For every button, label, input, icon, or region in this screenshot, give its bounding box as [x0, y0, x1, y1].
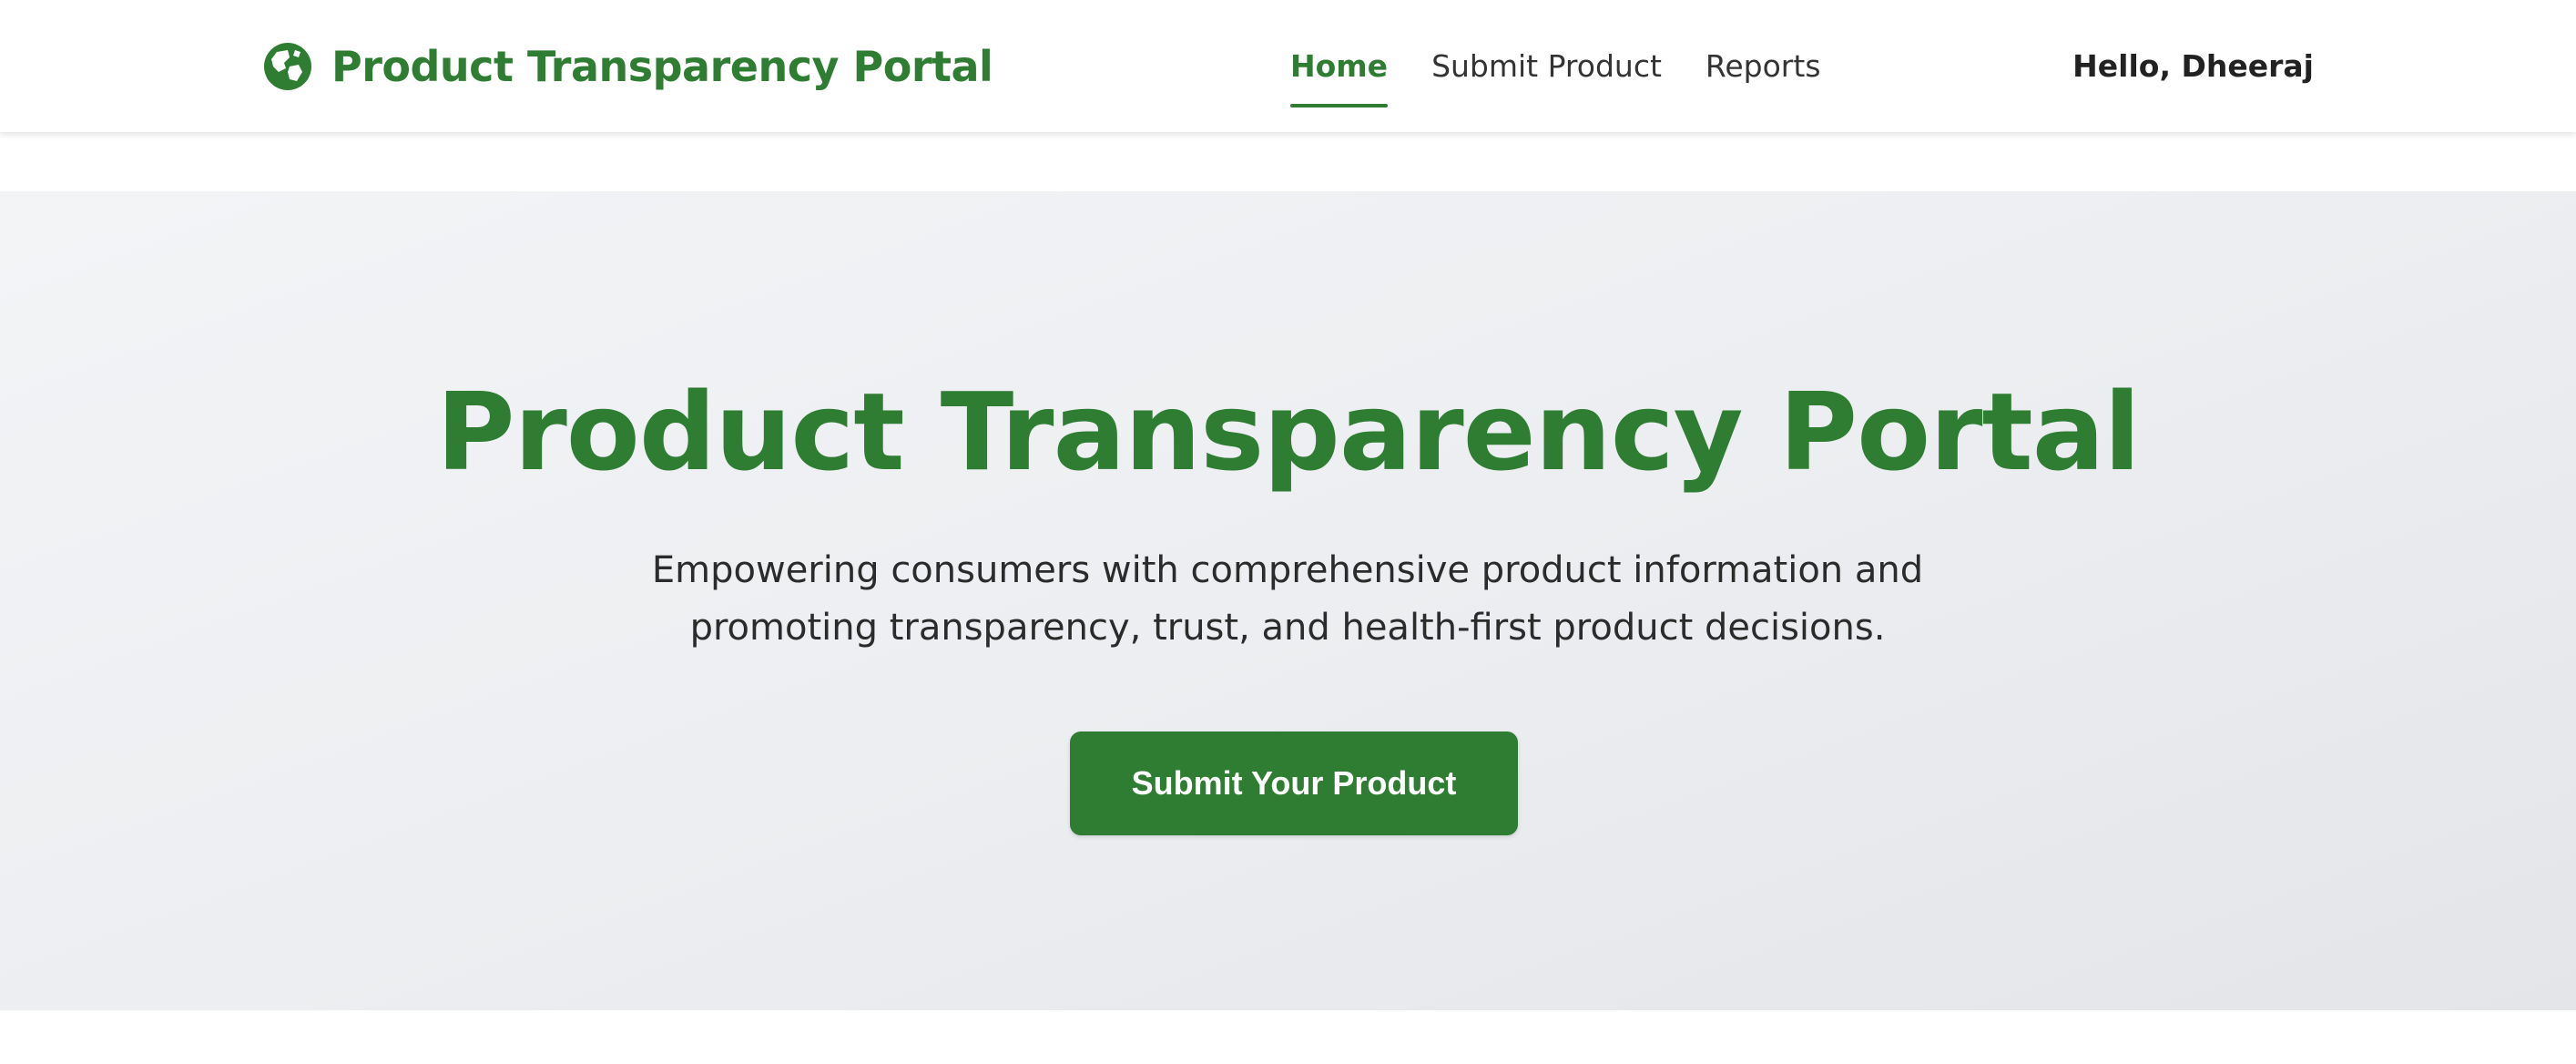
- submit-your-product-button[interactable]: Submit Your Product: [1070, 732, 1518, 835]
- nav-reports[interactable]: Reports: [1705, 48, 1821, 84]
- globe-icon: [264, 43, 311, 90]
- nav-home[interactable]: Home: [1290, 48, 1389, 107]
- brand-name: Product Transparency Portal: [331, 42, 993, 91]
- hero-section: Product Transparency Portal Empowering c…: [0, 191, 2576, 1010]
- user-greeting: Hello, Dheeraj: [2072, 48, 2314, 84]
- top-navbar: Product Transparency Portal Home Submit …: [0, 0, 2576, 132]
- brand[interactable]: Product Transparency Portal: [262, 39, 993, 94]
- nav-submit-product[interactable]: Submit Product: [1431, 48, 1662, 84]
- hero-subtitle: Empowering consumers with comprehensive …: [651, 549, 1924, 649]
- hero-title: Product Transparency Portal: [436, 369, 2141, 495]
- main-nav: Home Submit Product Reports: [1290, 0, 1865, 132]
